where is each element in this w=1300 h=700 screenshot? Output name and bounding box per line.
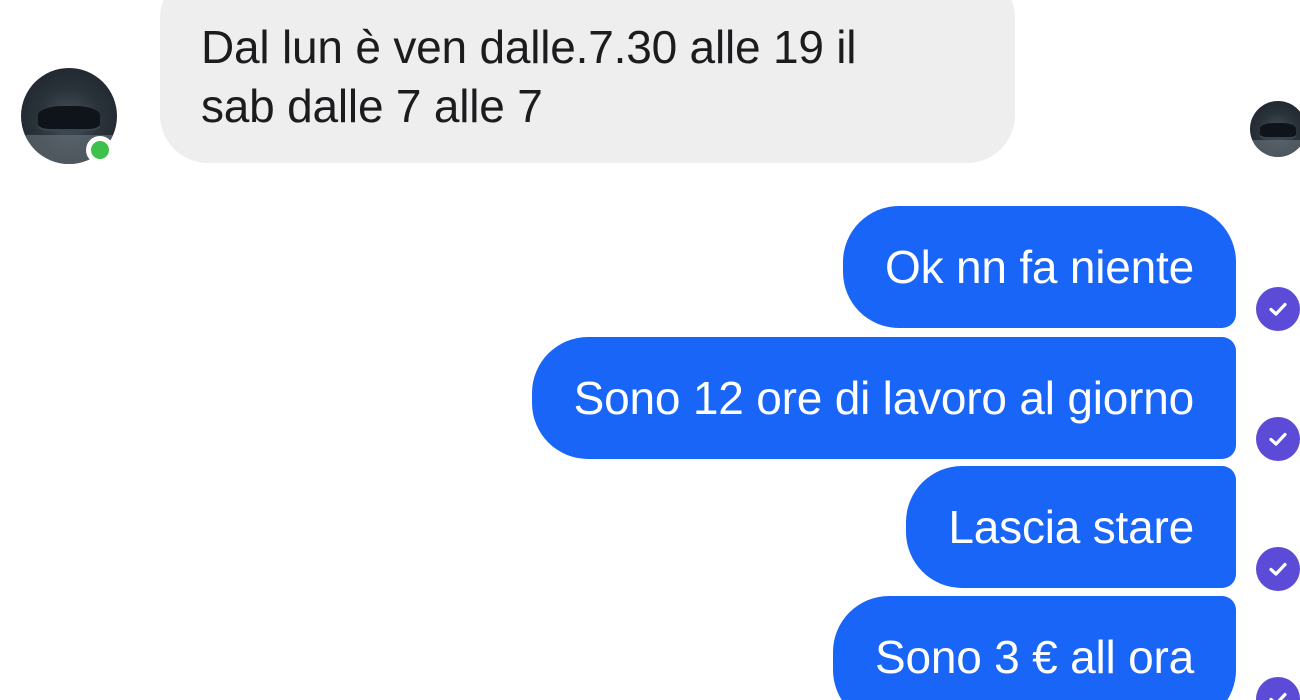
- message-thread: Dal lun è ven dalle.7.30 alle 19 il sab …: [0, 0, 1300, 700]
- outgoing-message-bubble[interactable]: Sono 12 ore di lavoro al giorno: [531, 337, 1236, 459]
- seen-avatar-photo-ground: [1250, 140, 1300, 157]
- seen-by-avatar: [1250, 101, 1300, 157]
- online-dot-icon: [86, 136, 114, 164]
- check-circle-icon: [1256, 287, 1300, 331]
- avatar-photo-car: [38, 106, 100, 130]
- outgoing-message-bubble[interactable]: Sono 3 € all ora: [832, 596, 1236, 700]
- seen-avatar-photo-car: [1260, 123, 1296, 137]
- check-circle-icon: [1256, 417, 1300, 461]
- outgoing-message-bubble[interactable]: Ok nn fa niente: [843, 206, 1236, 328]
- incoming-message-line-1: Dal lun è ven dalle.7.30 alle 19 il: [201, 21, 857, 73]
- incoming-message-line-2: sab dalle 7 alle 7: [201, 80, 543, 132]
- check-circle-icon: [1256, 677, 1300, 700]
- outgoing-message-bubble[interactable]: Lascia stare: [906, 466, 1236, 588]
- incoming-message-bubble[interactable]: Dal lun è ven dalle.7.30 alle 19 il sab …: [160, 0, 1015, 163]
- check-circle-icon: [1256, 547, 1300, 591]
